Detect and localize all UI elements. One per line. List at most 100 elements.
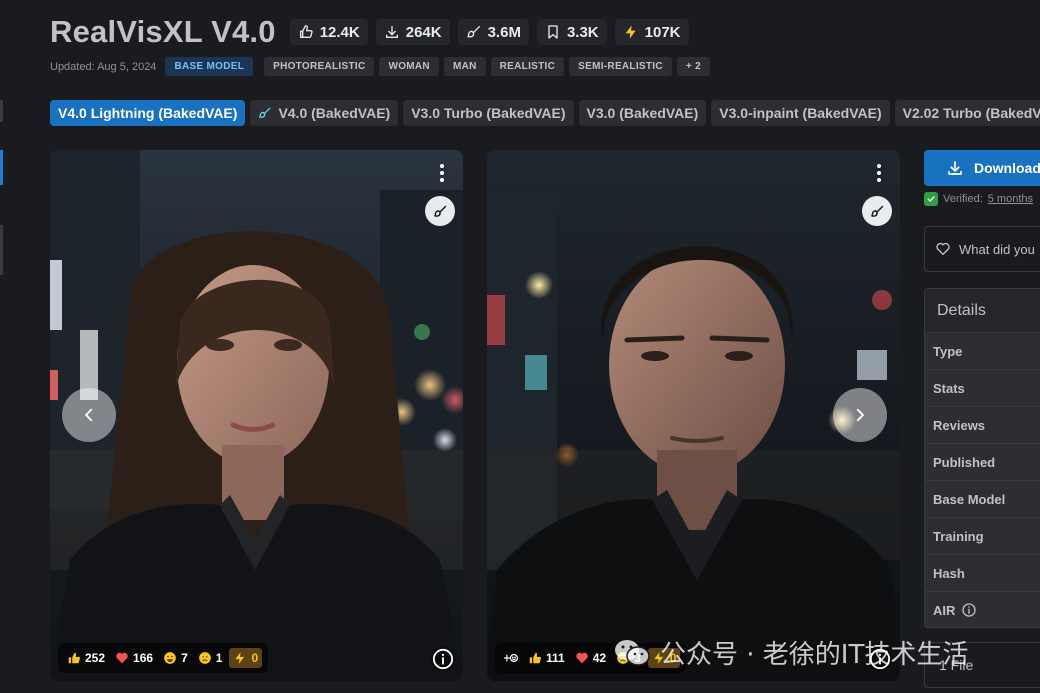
reaction-bar: 252 166 7 1 0 (58, 643, 269, 673)
thumbs-up-icon (299, 25, 313, 39)
left-edge (0, 0, 4, 693)
stat-downloads[interactable]: 264K (375, 19, 450, 45)
detail-label: Type (933, 343, 963, 359)
info-icon[interactable] (961, 602, 977, 618)
detail-label: Stats (933, 380, 965, 396)
model-meta: Updated: Aug 5, 2024 BASE MODEL PHOTOREA… (50, 57, 710, 76)
tag-semi-realistic[interactable]: SEMI-REALISTIC (569, 57, 672, 76)
chevron-right-icon (856, 408, 864, 422)
stat-downloads-value: 264K (405, 23, 442, 41)
remix-button[interactable] (425, 196, 455, 226)
reaction-like[interactable]: 111 (525, 651, 568, 665)
detail-label: Hash (933, 565, 965, 581)
stat-bookmarks-value: 3.3K (566, 23, 599, 41)
detail-row-published: Published (925, 444, 1040, 481)
version-tab-v30[interactable]: V3.0 (BakedVAE) (578, 100, 707, 126)
reaction-like-count: 252 (85, 651, 106, 665)
reaction-laugh[interactable]: 7 (160, 651, 191, 665)
reaction-heart[interactable]: 166 (112, 651, 156, 665)
more-menu-icon[interactable] (872, 162, 886, 184)
detail-row-stats: Stats (925, 370, 1040, 407)
edge-mark (0, 225, 3, 275)
more-menu-icon[interactable] (435, 162, 449, 184)
detail-label: AIR (933, 602, 956, 618)
version-tab-v202-turbo[interactable]: V2.02 Turbo (BakedVAE) (894, 100, 1040, 126)
version-tab-label: V3.0 Turbo (BakedVAE) (411, 105, 566, 121)
brush-icon (870, 205, 883, 217)
stat-tips-value: 107K (644, 23, 681, 41)
details-panel: Details Type Stats Reviews Published Bas… (924, 288, 1040, 628)
brush-icon (466, 26, 480, 38)
details-header[interactable]: Details (925, 289, 1040, 333)
more-tags-button[interactable]: + 2 (676, 57, 710, 76)
brush-icon (259, 107, 271, 118)
add-reaction-button[interactable] (501, 651, 521, 665)
detail-label: Reviews (933, 417, 986, 433)
verified-time-link[interactable]: 5 months (988, 193, 1033, 205)
heart-icon (116, 652, 128, 664)
download-icon (385, 26, 398, 38)
carousel-prev-button[interactable] (62, 388, 116, 442)
reaction-tip[interactable]: 0 (229, 648, 263, 668)
reaction-heart-count: 166 (133, 651, 154, 665)
base-model-tag[interactable]: BASE MODEL (165, 57, 254, 76)
verified-status: Verified: 5 months (924, 192, 1033, 206)
version-tab-v40-lightning[interactable]: V4.0 Lightning (BakedVAE) (50, 100, 246, 126)
watermark-text: 公众号 · 老徐的IT技术生活 (660, 640, 969, 670)
download-icon (948, 161, 962, 175)
detail-row-reviews: Reviews (925, 407, 1040, 444)
detail-label: Training (933, 528, 984, 544)
crying-face-icon (198, 652, 211, 664)
version-tab-v30-inpaint[interactable]: V3.0-inpaint (BakedVAE) (711, 100, 890, 126)
shield-check-icon (924, 192, 938, 206)
info-icon (432, 648, 454, 670)
updated-date: Updated: Aug 5, 2024 (50, 60, 157, 73)
heart-icon (575, 652, 588, 664)
tag-realistic[interactable]: REALISTIC (490, 57, 565, 76)
version-tab-label: V4.0 (BakedVAE) (278, 105, 391, 121)
reaction-cry[interactable]: 1 (195, 651, 226, 665)
carousel-next-button[interactable] (833, 388, 887, 442)
download-button[interactable]: Download (924, 150, 1040, 186)
edge-mark (0, 100, 3, 122)
thumbs-up-icon (529, 652, 541, 664)
brush-icon (433, 205, 446, 217)
version-tab-label: V4.0 Lightning (BakedVAE) (58, 105, 238, 121)
thumbs-up-icon (68, 652, 80, 664)
version-tab-label: V3.0 (BakedVAE) (586, 105, 699, 121)
detail-label: Base Model (933, 491, 1006, 507)
stat-likes[interactable]: 12.4K (289, 19, 368, 45)
reaction-heart[interactable]: 42 (572, 651, 609, 665)
edge-active-indicator (0, 150, 3, 185)
stat-bookmarks[interactable]: 3.3K (536, 19, 607, 45)
version-tab-v30-turbo[interactable]: V3.0 Turbo (BakedVAE) (403, 100, 574, 126)
reaction-like-count: 111 (546, 651, 565, 665)
model-title: RealVisXL V4.0 (50, 14, 276, 49)
stat-generations-value: 3.6M (487, 23, 521, 41)
stat-tips[interactable]: 107K (614, 19, 689, 45)
heart-outline-icon (936, 242, 950, 256)
version-tab-label: V2.02 Turbo (BakedVAE) (902, 105, 1040, 121)
chevron-left-icon (85, 408, 93, 422)
stat-generations[interactable]: 3.6M (457, 19, 529, 45)
gallery-image-man[interactable]: 111 42 3 0 (487, 150, 900, 681)
reaction-like[interactable]: 252 (64, 651, 108, 665)
bookmark-icon (548, 25, 558, 39)
tag-photorealistic[interactable]: PHOTOREALISTIC (264, 57, 375, 76)
gallery-image-woman[interactable]: 252 166 7 1 0 (50, 150, 463, 681)
tag-man[interactable]: MAN (443, 57, 486, 76)
tag-woman[interactable]: WOMAN (379, 57, 439, 76)
wechat-watermark: 公众号 · 老徐的IT技术生活 (612, 634, 968, 671)
image-info-button[interactable] (431, 647, 455, 671)
wechat-icon (615, 639, 650, 666)
reaction-cry-count: 1 (215, 651, 223, 665)
add-reaction-icon (504, 653, 518, 663)
detail-label: Published (933, 454, 996, 470)
bolt-icon (235, 652, 245, 664)
detail-row-base-model: Base Model (925, 481, 1040, 518)
remix-button[interactable] (862, 196, 892, 226)
verified-label: Verified: (943, 193, 983, 205)
review-prompt-button[interactable]: What did you (924, 226, 1040, 272)
version-tab-v40[interactable]: V4.0 (BakedVAE) (250, 100, 399, 126)
reaction-heart-count: 42 (592, 651, 607, 665)
